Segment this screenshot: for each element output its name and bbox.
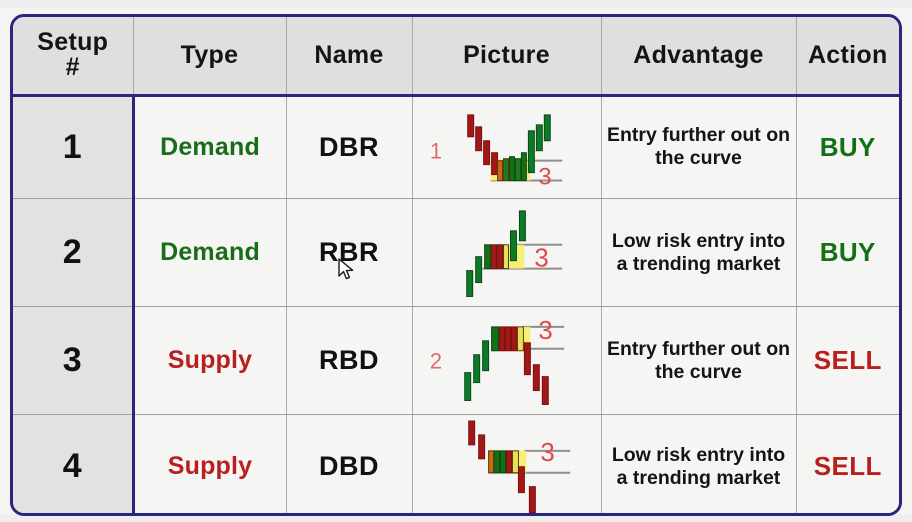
candlestick-chart-dbd: 3: [413, 415, 601, 513]
cell-setup-number: 2: [13, 198, 135, 308]
header-setup-line2: #: [65, 53, 80, 82]
cell-action: BUY: [796, 198, 899, 308]
annotation-marker-2: 2: [429, 349, 441, 374]
cell-advantage: Entry further out on the curve: [601, 306, 797, 415]
cell-setup-number: 1: [13, 95, 135, 199]
top-edge-band: [0, 0, 912, 8]
cell-action: BUY: [796, 95, 899, 199]
cell-advantage: Low risk entry into a trending market: [601, 414, 797, 513]
cell-advantage: Entry further out on the curve: [601, 95, 797, 199]
rbr-pattern-svg: 3: [465, 210, 562, 297]
table-body: 1 Demand DBR 1 3 Entry further out on th…: [13, 95, 899, 513]
cell-advantage: Low risk entry into a trending market: [601, 198, 797, 308]
dbr-pattern-svg: 1 3: [429, 113, 562, 190]
rbd-pattern-svg: 2 3: [429, 317, 564, 406]
setup-table-frame: Setup # Type Name Picture Advantage Acti…: [10, 14, 902, 516]
table-row: 4 Supply DBD 3 Low risk entry into a tre…: [13, 414, 899, 513]
cell-picture: 1 3: [412, 95, 602, 199]
annotation-marker-1: 1: [429, 138, 441, 163]
table-row: 1 Demand DBR 1 3 Entry further out on th…: [13, 95, 899, 199]
cell-name: DBD: [286, 414, 413, 513]
screen: Setup # Type Name Picture Advantage Acti…: [0, 0, 912, 522]
candlestick-chart-rbr: 3: [413, 199, 601, 306]
cell-action: SELL: [796, 414, 899, 513]
cell-name: DBR: [286, 95, 413, 199]
candlestick-chart-dbr: 1 3: [413, 97, 601, 198]
cell-picture: 3: [412, 198, 602, 308]
column-header-action: Action: [796, 17, 899, 97]
cell-setup-number: 4: [13, 414, 135, 513]
cell-type: Supply: [133, 414, 287, 513]
cell-name: RBR: [286, 198, 413, 308]
cell-picture: 3: [412, 414, 602, 513]
cell-name: RBD: [286, 306, 413, 415]
cell-action: SELL: [796, 306, 899, 415]
column-header-name: Name: [286, 17, 413, 97]
trade-setup-table: Setup # Type Name Picture Advantage Acti…: [13, 17, 899, 513]
table-row: 3 Supply RBD 2 3 Entry further out on th…: [13, 306, 899, 415]
table-row: 2 Demand RBR 3 Low risk entry into a tre…: [13, 198, 899, 308]
cell-type: Supply: [133, 306, 287, 415]
zone-label-3: 3: [534, 245, 548, 273]
cell-type: Demand: [133, 95, 287, 199]
candlestick-chart-rbd: 2 3: [413, 307, 601, 413]
column-header-type: Type: [133, 17, 287, 97]
table-header: Setup # Type Name Picture Advantage Acti…: [13, 17, 899, 97]
header-row: Setup # Type Name Picture Advantage Acti…: [13, 17, 899, 97]
zone-label-3: 3: [540, 439, 554, 467]
cell-setup-number: 3: [13, 306, 135, 415]
zone-label-3: 3: [538, 317, 552, 345]
dbd-pattern-svg: 3: [467, 420, 570, 513]
cell-type: Demand: [133, 198, 287, 308]
column-header-picture: Picture: [412, 17, 602, 97]
header-setup-line1: Setup: [37, 27, 109, 56]
column-header-advantage: Advantage: [601, 17, 797, 97]
zone-label-3: 3: [538, 163, 551, 190]
column-header-setup-number: Setup #: [13, 17, 134, 97]
cell-picture: 2 3: [412, 306, 602, 415]
